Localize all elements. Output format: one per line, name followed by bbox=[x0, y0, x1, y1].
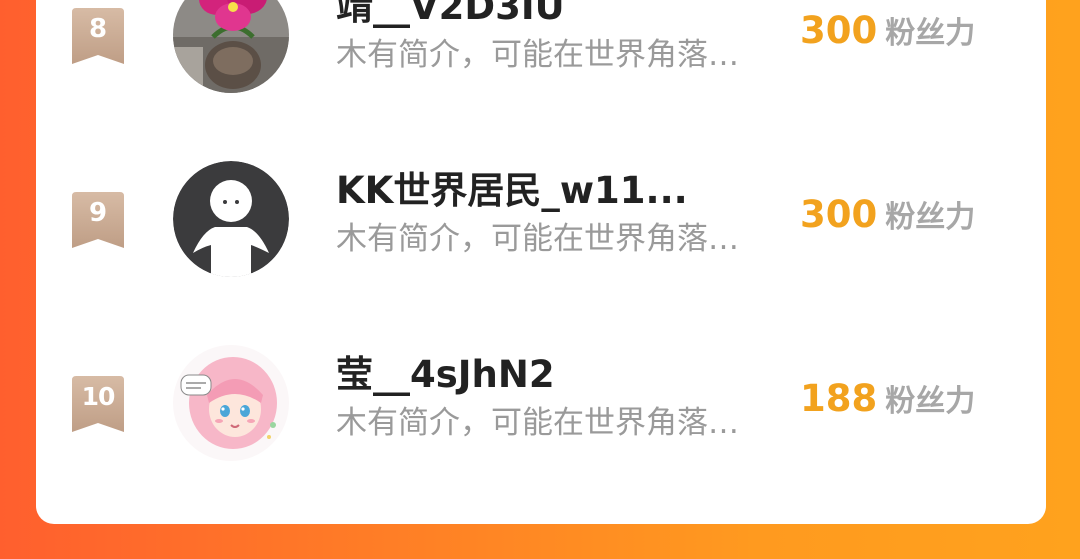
score-unit: 粉丝力 bbox=[885, 384, 976, 419]
user-name: KK世界居民_w11... bbox=[336, 169, 688, 212]
default-person-icon bbox=[173, 161, 289, 277]
rank-badge: 8 bbox=[72, 8, 124, 64]
user-name: 莹__4sJhN2 bbox=[336, 353, 555, 396]
user-intro: 木有简介，可能在世界角落… bbox=[336, 37, 739, 73]
score-value: 188 bbox=[800, 377, 878, 420]
avatar[interactable] bbox=[173, 345, 289, 461]
avatar[interactable] bbox=[173, 161, 289, 277]
rank-badge: 9 bbox=[72, 192, 124, 248]
orchid-photo-avatar-icon bbox=[173, 0, 289, 93]
score-value: 300 bbox=[800, 193, 878, 236]
ranking-row[interactable]: 9 KK世界居民_w11... 木有简介，可能在世界角落… 300 粉丝力 bbox=[36, 154, 1046, 304]
rank-number: 8 bbox=[88, 14, 108, 44]
user-intro: 木有简介，可能在世界角落… bbox=[336, 405, 739, 441]
ranking-row[interactable]: 8 靖__V2D3IU 木有简介，可能在世界角落… 300 粉丝力 bbox=[36, 0, 1046, 120]
fan-score: 300 粉丝力 bbox=[800, 8, 1030, 61]
fan-score: 188 粉丝力 bbox=[800, 376, 1030, 429]
score-unit: 粉丝力 bbox=[885, 200, 976, 235]
anime-girl-avatar-icon bbox=[173, 345, 289, 461]
score-value: 300 bbox=[800, 9, 878, 52]
user-name: 靖__V2D3IU bbox=[336, 0, 565, 28]
avatar[interactable] bbox=[173, 0, 289, 93]
ranking-row[interactable]: 10 莹__4sJhN2 木有简介，可能在世界角落… 188 粉丝力 bbox=[36, 338, 1046, 488]
rank-number: 10 bbox=[81, 382, 116, 411]
fan-ranking-card: 8 靖__V2D3IU 木有简介，可能在世界角落… 300 粉丝力 9 KK世界… bbox=[36, 0, 1046, 524]
rank-number: 9 bbox=[88, 198, 108, 228]
score-unit: 粉丝力 bbox=[885, 16, 976, 51]
rank-badge: 10 bbox=[72, 376, 124, 432]
fan-score: 300 粉丝力 bbox=[800, 192, 1030, 245]
user-intro: 木有简介，可能在世界角落… bbox=[336, 221, 739, 257]
